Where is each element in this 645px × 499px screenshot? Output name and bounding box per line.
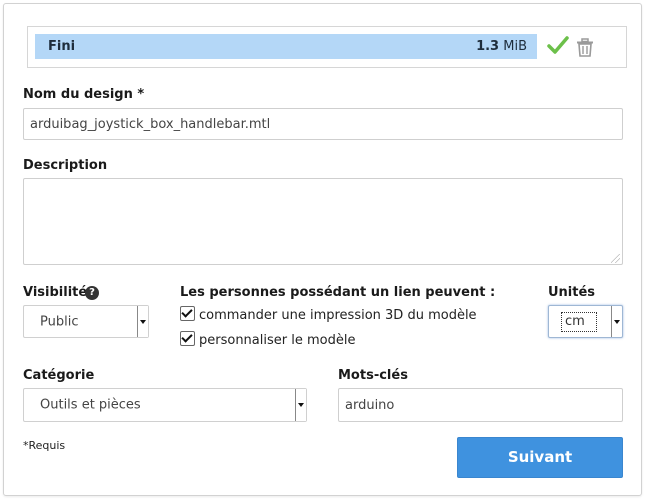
order-print-label: commander une impression 3D du modèle bbox=[199, 308, 477, 323]
order-print-checkbox[interactable] bbox=[180, 306, 195, 321]
category-select[interactable]: Outils et pièces bbox=[23, 388, 307, 422]
keywords-label: Mots-clés bbox=[338, 368, 408, 383]
visibility-label: Visibilité bbox=[23, 285, 88, 300]
chevron-down-icon bbox=[295, 389, 306, 421]
chevron-down-icon bbox=[611, 306, 622, 337]
units-select[interactable]: cm bbox=[548, 305, 623, 338]
required-note: *Requis bbox=[23, 439, 66, 452]
chevron-down-icon bbox=[137, 306, 148, 337]
visibility-selected: Public bbox=[40, 314, 79, 329]
permission-order-print[interactable]: commander une impression 3D du modèle bbox=[180, 306, 477, 323]
category-selected: Outils et pièces bbox=[40, 397, 141, 413]
customize-label: personnaliser le modèle bbox=[199, 333, 356, 348]
units-label: Unités bbox=[548, 285, 596, 300]
textarea-resize-handle[interactable] bbox=[611, 254, 620, 263]
checkmark-icon bbox=[547, 36, 569, 54]
link-permissions-label: Les personnes possédant un lien peuvent … bbox=[180, 285, 496, 300]
description-textarea[interactable] bbox=[23, 178, 623, 265]
help-icon[interactable]: ? bbox=[85, 286, 99, 300]
file-size-unit: MiB bbox=[503, 39, 527, 54]
category-label: Catégorie bbox=[23, 368, 95, 383]
upload-item: Fini 1.3 MiB bbox=[27, 26, 627, 68]
upload-status: Fini bbox=[48, 39, 76, 54]
next-button[interactable]: Suivant bbox=[457, 437, 623, 478]
file-size: 1.3 MiB bbox=[476, 39, 527, 54]
customize-checkbox[interactable] bbox=[180, 331, 195, 346]
units-selected: cm bbox=[561, 312, 597, 332]
permission-customize[interactable]: personnaliser le modèle bbox=[180, 331, 355, 348]
description-label: Description bbox=[23, 158, 108, 173]
upload-progress-bar: Fini 1.3 MiB bbox=[35, 34, 537, 59]
keywords-input[interactable] bbox=[338, 388, 623, 422]
design-name-label: Nom du design * bbox=[23, 87, 145, 102]
file-size-value: 1.3 bbox=[476, 39, 500, 54]
visibility-select[interactable]: Public bbox=[23, 305, 149, 338]
design-name-input[interactable] bbox=[23, 108, 623, 140]
trash-icon[interactable] bbox=[576, 38, 594, 58]
